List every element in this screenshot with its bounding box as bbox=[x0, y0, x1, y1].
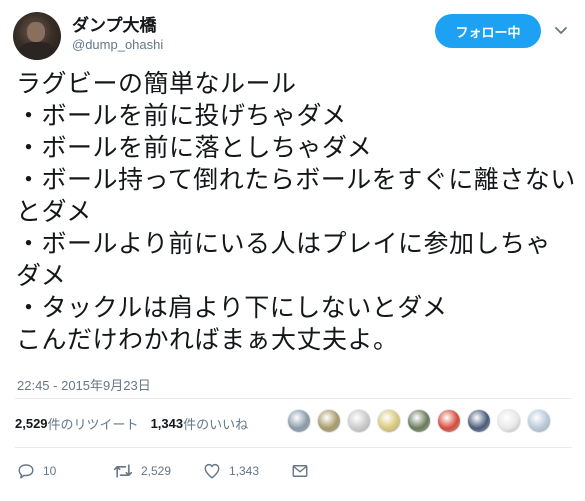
liker-avatar[interactable] bbox=[347, 409, 371, 433]
liker-avatars bbox=[287, 409, 557, 433]
heart-icon bbox=[203, 462, 221, 480]
username[interactable]: @dump_ohashi bbox=[72, 37, 163, 52]
tweet-actions: 10 2,529 1,343 bbox=[17, 460, 309, 482]
avatar-face bbox=[27, 22, 45, 42]
liker-avatar[interactable] bbox=[407, 409, 431, 433]
like-action[interactable]: 1,343 bbox=[203, 462, 291, 480]
retweets-count[interactable]: 2,529 bbox=[15, 416, 48, 431]
tweet-timestamp[interactable]: 22:45 - 2015年9月23日 bbox=[17, 375, 151, 394]
liker-avatar[interactable] bbox=[287, 409, 311, 433]
retweets-label[interactable]: 件のリツイート bbox=[48, 414, 139, 433]
reply-icon bbox=[17, 462, 35, 480]
liker-avatar[interactable] bbox=[527, 409, 551, 433]
following-button[interactable]: フォロー中 bbox=[435, 14, 541, 48]
liker-avatar[interactable] bbox=[467, 409, 491, 433]
envelope-icon bbox=[291, 462, 309, 480]
likes-label[interactable]: 件のいいね bbox=[183, 414, 248, 433]
liker-avatar[interactable] bbox=[497, 409, 521, 433]
reply-action[interactable]: 10 bbox=[17, 462, 113, 480]
chevron-down-icon[interactable] bbox=[551, 20, 571, 40]
avatar[interactable] bbox=[13, 12, 61, 60]
retweet-icon bbox=[113, 462, 133, 480]
liker-avatar[interactable] bbox=[437, 409, 461, 433]
tweet-text: ラグビーの簡単なルール ・ボールを前に投げちゃダメ ・ボールを前に落としちゃダメ… bbox=[16, 69, 576, 354]
liker-avatar[interactable] bbox=[317, 409, 341, 433]
divider bbox=[15, 447, 572, 448]
retweet-action[interactable]: 2,529 bbox=[113, 462, 203, 480]
display-name[interactable]: ダンプ大橋 bbox=[72, 11, 157, 36]
likes-count[interactable]: 1,343 bbox=[151, 416, 184, 431]
tweet-stats: 2,529 件のリツイート 1,343 件のいいね bbox=[15, 413, 248, 433]
direct-message-action[interactable] bbox=[291, 462, 309, 480]
avatar-body bbox=[19, 42, 55, 60]
divider bbox=[15, 398, 572, 399]
retweet-count: 2,529 bbox=[141, 464, 172, 478]
tweet-header: ダンプ大橋 @dump_ohashi フォロー中 bbox=[0, 0, 585, 64]
reply-count: 10 bbox=[43, 464, 57, 478]
liker-avatar[interactable] bbox=[377, 409, 401, 433]
like-count: 1,343 bbox=[229, 464, 260, 478]
